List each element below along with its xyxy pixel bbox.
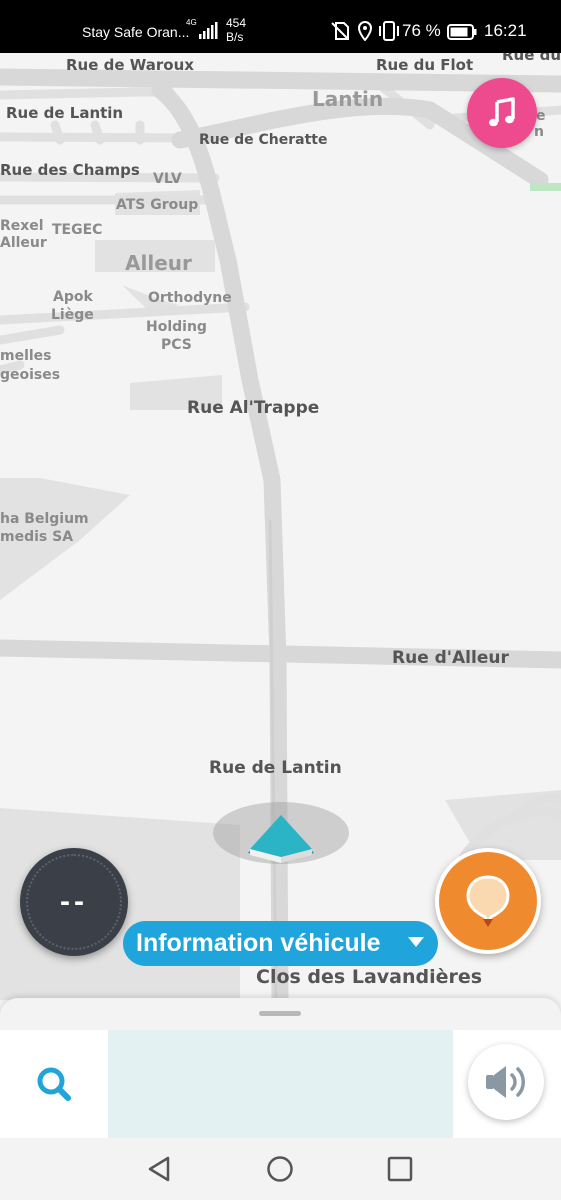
drag-handle[interactable] (259, 1011, 301, 1016)
street-label: Rue des Champs (0, 161, 140, 179)
place-label: geoises (0, 367, 61, 383)
place-label: e (536, 108, 546, 124)
street-label: Rue de Lantin (209, 758, 342, 778)
search-icon (37, 1067, 71, 1101)
street-label: Rue d'Alleur (392, 648, 509, 668)
location-icon (357, 21, 373, 41)
place-label: Lantin (312, 87, 384, 111)
vibrate-icon (379, 21, 399, 41)
home-circle-icon[interactable] (266, 1155, 294, 1183)
bottom-panel (0, 998, 561, 1138)
place-label: melles (0, 348, 52, 364)
network-speed-value: 454 (226, 16, 247, 30)
status-bar: Stay Safe Oran... 4G 454 B/s 76 % 16:21 (0, 0, 561, 53)
network-speed-unit: B/s (226, 30, 244, 44)
place-label: n (534, 124, 544, 140)
place-label: Liège (51, 307, 94, 323)
network-type: 4G (186, 18, 197, 27)
street-label: Rue de Lantin (6, 104, 124, 122)
current-street-label: Clos des Lavandières (256, 966, 483, 988)
sound-tab (453, 1030, 561, 1138)
search-button[interactable] (0, 1030, 108, 1138)
system-nav-bar (0, 1138, 561, 1200)
place-label: Alleur (125, 251, 192, 275)
street-label: Rue du (502, 53, 561, 64)
no-sim-icon (331, 22, 349, 40)
place-label: ATS Group (116, 197, 199, 213)
place-label: Apok (53, 289, 93, 305)
place-label: medis SA (0, 529, 74, 545)
music-button[interactable] (467, 78, 537, 148)
battery-percent: 76 % (402, 21, 441, 40)
chevron-down-icon (408, 937, 424, 947)
back-triangle-icon[interactable] (146, 1155, 174, 1183)
music-note-icon (489, 97, 515, 127)
place-label: Rexel (0, 218, 44, 234)
vehicle-info-button[interactable]: Information véhicule (123, 921, 438, 966)
vehicle-info-label: Information véhicule (136, 929, 381, 957)
speedometer[interactable]: -- (20, 848, 128, 956)
street-label: Rue de Waroux (66, 56, 194, 74)
place-label: TEGEC (52, 222, 103, 238)
speaker-icon (486, 1066, 525, 1098)
search-field[interactable] (108, 1030, 453, 1138)
carrier-name: Stay Safe Oran... (82, 24, 190, 40)
report-button[interactable] (435, 848, 541, 954)
place-label: Holding (146, 319, 207, 335)
clock: 16:21 (484, 21, 527, 40)
battery-icon (447, 24, 477, 40)
speed-value: -- (60, 885, 88, 918)
place-label: Orthodyne (148, 290, 232, 306)
street-label: Rue de Cheratte (199, 132, 328, 148)
place-label: ha Belgium (0, 511, 89, 527)
street-label: Rue du Flot (376, 56, 474, 74)
signal-icon (199, 22, 218, 39)
recents-square-icon[interactable] (386, 1155, 414, 1183)
place-label: VLV (153, 171, 182, 187)
report-pin-icon (466, 875, 510, 927)
position-arrow-icon (248, 815, 314, 863)
place-label: Alleur (0, 235, 47, 251)
street-label: Rue Al'Trappe (187, 398, 320, 418)
place-label: PCS (161, 337, 192, 353)
network-speed: 454 B/s (226, 16, 246, 44)
sound-button[interactable] (468, 1044, 544, 1120)
